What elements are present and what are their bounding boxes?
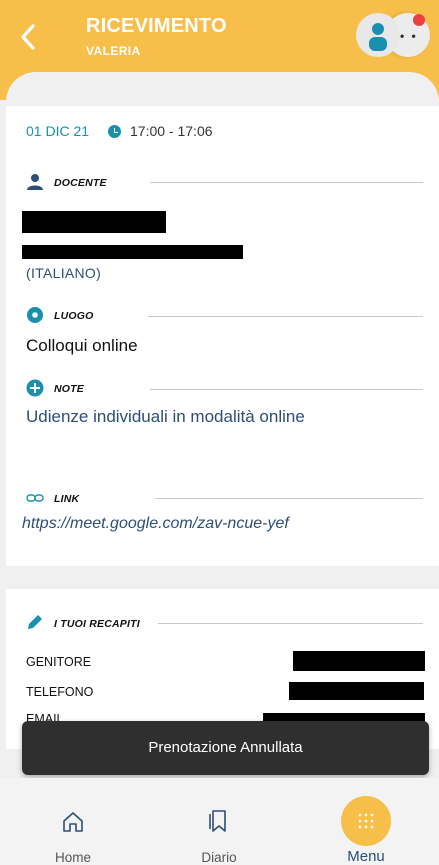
location-pin-icon bbox=[27, 307, 43, 323]
appointment-time: 17:00 - 17:06 bbox=[130, 123, 213, 139]
divider bbox=[158, 623, 423, 624]
nav-label-menu: Menu bbox=[347, 848, 385, 865]
redacted-teacher-detail bbox=[22, 245, 243, 259]
appointment-date: 01 DIC 21 bbox=[26, 123, 90, 139]
back-button[interactable] bbox=[18, 22, 46, 52]
toast-notification: Prenotazione Annullata bbox=[22, 721, 429, 775]
section-label-notes: NOTE bbox=[54, 383, 84, 395]
toast-message: Prenotazione Annullata bbox=[148, 739, 303, 756]
meeting-link[interactable]: https://meet.google.com/zav-ncue-yef bbox=[22, 515, 289, 533]
pencil-icon bbox=[28, 615, 42, 629]
divider bbox=[150, 389, 423, 390]
section-label-teacher: DOCENTE bbox=[54, 177, 107, 189]
section-label-contacts: I TUOI RECAPITI bbox=[54, 618, 140, 630]
redacted-parent-value bbox=[293, 651, 425, 671]
bookmark-icon bbox=[209, 810, 226, 832]
avatar[interactable] bbox=[356, 13, 400, 57]
divider bbox=[150, 182, 423, 183]
notification-badge bbox=[413, 14, 425, 26]
section-label-location: LUOGO bbox=[54, 310, 94, 322]
divider bbox=[155, 498, 423, 499]
nav-label-home: Home bbox=[54, 850, 91, 865]
person-icon bbox=[27, 174, 43, 190]
dots-grid-icon bbox=[358, 813, 374, 829]
nav-item-menu[interactable]: Menu bbox=[293, 778, 439, 865]
nav-label-diario: Diario bbox=[201, 850, 237, 865]
contact-label-parent: GENITORE bbox=[26, 655, 92, 669]
teacher-subject: (ITALIANO) bbox=[26, 265, 102, 281]
contact-label-phone: TELEFONO bbox=[26, 685, 94, 699]
page-subtitle: VALERIA bbox=[86, 44, 141, 58]
home-icon bbox=[63, 812, 83, 832]
plus-circle-icon bbox=[26, 379, 44, 397]
location-value: Colloqui online bbox=[26, 336, 138, 355]
chevron-left-icon bbox=[21, 24, 35, 50]
menu-button-circle bbox=[341, 796, 391, 846]
clock-icon bbox=[108, 125, 121, 138]
page-title: RICEVIMENTO bbox=[86, 15, 227, 37]
section-label-link: LINK bbox=[54, 493, 80, 505]
redacted-phone-value bbox=[289, 682, 424, 700]
bottom-navigation: Home Diario Menu bbox=[0, 778, 439, 865]
user-icon bbox=[369, 23, 387, 51]
divider bbox=[148, 316, 423, 317]
redacted-teacher-name bbox=[22, 211, 166, 233]
notes-value: Udienze individuali in modalità online bbox=[26, 407, 305, 426]
nav-item-home[interactable]: Home bbox=[0, 778, 146, 865]
nav-item-diario[interactable]: Diario bbox=[146, 778, 292, 865]
link-icon bbox=[26, 494, 44, 502]
more-dots-icon: • • bbox=[400, 29, 418, 43]
